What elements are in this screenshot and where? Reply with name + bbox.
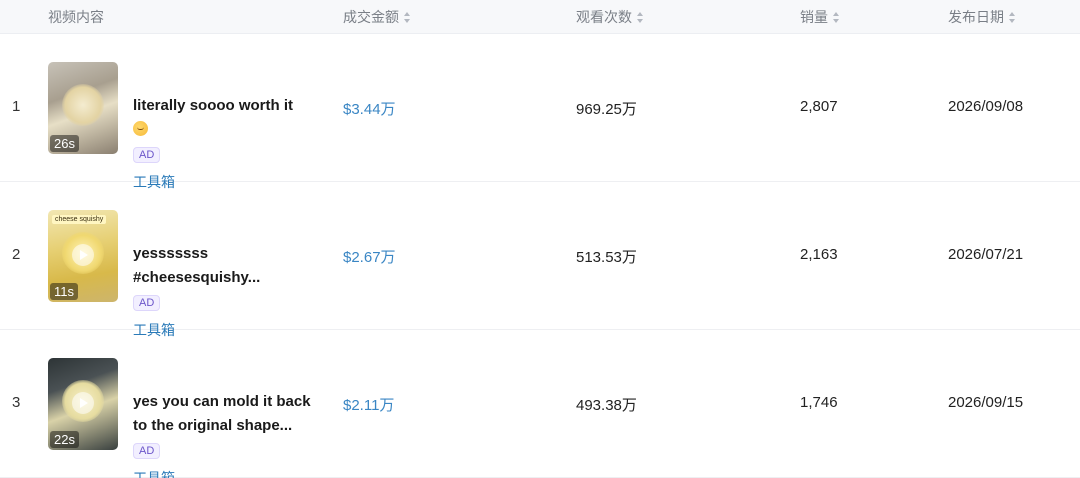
video-title-line: yesssssss (133, 245, 209, 262)
sort-icon[interactable] (1009, 11, 1016, 23)
rank-number: 3 (12, 394, 21, 411)
publish-date: 2026/09/15 (948, 394, 1024, 411)
column-header-video-content: 视频内容 (48, 0, 104, 34)
view-count: 969.25万 (576, 101, 637, 118)
publish-date: 2026/09/08 (948, 98, 1024, 115)
video-duration: 26s (50, 135, 79, 152)
ad-badge: AD (133, 443, 161, 459)
video-thumbnail[interactable]: 22s (48, 358, 118, 450)
rank-number: 2 (12, 246, 21, 263)
video-title-line: literally soooo worth it (133, 97, 294, 114)
video-title-line: to the original shape... (133, 417, 293, 434)
gmv-amount: $2.11万 (343, 397, 395, 414)
sales-count: 2,807 (800, 98, 838, 115)
column-header-publish-date[interactable]: 发布日期 (948, 0, 1016, 34)
rank-number: 1 (12, 98, 21, 115)
video-title[interactable]: yes you can mold it back to the original… (133, 390, 333, 438)
ad-badge: AD (133, 295, 161, 311)
thumbnail-caption: cheese squishy (52, 215, 107, 224)
video-title[interactable]: yesssssss #cheesesquishy... (133, 242, 333, 290)
play-icon[interactable] (72, 244, 94, 266)
video-duration: 11s (50, 283, 78, 300)
table-header: 视频内容 成交金额 观看次数 销量 发布日期 (0, 0, 1080, 34)
column-header-label: 销量 (800, 9, 828, 25)
column-header-label: 视频内容 (48, 9, 104, 25)
relieved-face-emoji-icon (133, 121, 148, 136)
play-icon[interactable] (72, 392, 94, 414)
video-title-line: yes you can mold it back (133, 393, 311, 410)
video-thumbnail[interactable]: cheese squishy 11s (48, 210, 118, 302)
table-row[interactable]: 2 cheese squishy 11s yesssssss #cheesesq… (0, 182, 1080, 338)
video-thumbnail[interactable]: 26s (48, 62, 118, 154)
video-title[interactable]: literally soooo worth it (133, 94, 333, 142)
column-header-label: 观看次数 (576, 9, 632, 25)
column-header-sales[interactable]: 销量 (800, 0, 840, 34)
view-count: 493.38万 (576, 397, 637, 414)
column-header-gmv[interactable]: 成交金额 (343, 0, 411, 34)
column-header-views[interactable]: 观看次数 (576, 0, 644, 34)
column-header-label: 成交金额 (343, 9, 399, 25)
view-count: 513.53万 (576, 249, 637, 266)
sort-icon[interactable] (833, 11, 840, 23)
gmv-amount: $2.67万 (343, 249, 396, 266)
publish-date: 2026/07/21 (948, 246, 1024, 263)
video-title-line: #cheesesquishy... (133, 269, 261, 286)
sales-count: 1,746 (800, 394, 838, 411)
column-header-label: 发布日期 (948, 9, 1004, 25)
video-duration: 22s (50, 431, 79, 448)
sort-icon[interactable] (637, 11, 644, 23)
ad-badge: AD (133, 147, 161, 163)
toolbox-link[interactable]: 工具箱 (133, 468, 175, 478)
thumbnail-image (62, 84, 104, 126)
sort-icon[interactable] (404, 11, 411, 23)
gmv-amount: $3.44万 (343, 101, 396, 118)
sales-count: 2,163 (800, 246, 838, 263)
table-row[interactable]: 3 22s yes you can mold it back to the or… (0, 330, 1080, 478)
table-row[interactable]: 1 26s literally soooo worth it AD 工具箱 $3… (0, 34, 1080, 190)
